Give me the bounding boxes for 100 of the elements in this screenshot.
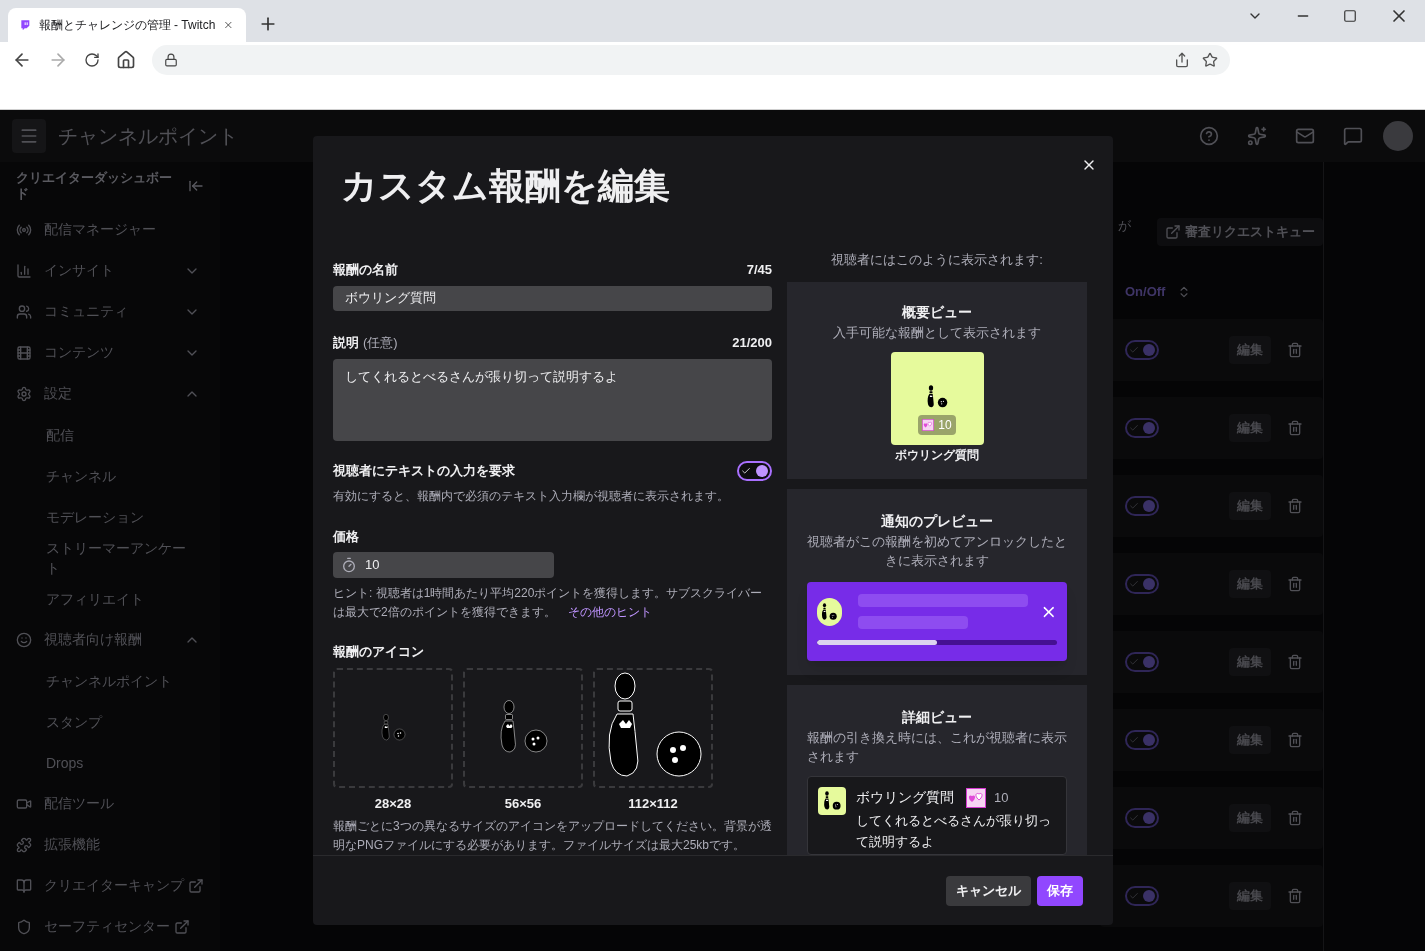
check-icon [1129,579,1139,589]
field-label: 視聴者にテキストの入力を要求 [333,461,515,480]
sparkle-icon[interactable] [1247,126,1267,146]
inbox-icon[interactable] [1295,126,1315,146]
help-text: 報酬ごとに3つの異なるサイズのアイコンをアップロードしてください。背景が透明なPNGファイルにする必要があります。ファイルサイズは最大25kbです。 [333,818,772,854]
sidebar-item[interactable]: 配信ツール [0,783,220,824]
field-label: 説明 [333,334,359,353]
description-input-field[interactable]: してくれるとべるさんが張り切って説明するよ [333,358,772,441]
panel-subtitle: 視聴者がこの報酬を初めてアンロックしたときに表示されます [807,533,1067,571]
trash-icon[interactable] [1287,654,1303,670]
icon-size-label: 112×112 [628,794,678,813]
share-icon[interactable] [1174,52,1190,68]
lock-icon [164,53,178,67]
column-header[interactable]: On/Off [1125,282,1166,302]
trash-icon[interactable] [1287,576,1303,592]
edit-button[interactable]: 編集 [1229,492,1271,520]
toggle-switch[interactable] [1125,886,1159,906]
edit-button[interactable]: 編集 [1229,726,1271,754]
edit-button[interactable]: 編集 [1229,648,1271,676]
external-link-icon [188,877,204,894]
toggle-switch[interactable] [1125,808,1159,828]
field-label: 価格 [333,527,360,546]
sidebar-item-icon [16,836,32,853]
icon-size-label: 28×28 [374,794,412,813]
sidebar-item-icon [16,631,32,648]
edit-button[interactable]: 編集 [1229,570,1271,598]
sidebar-header: クリエイターダッシュボード [16,170,173,202]
sidebar-subitem[interactable]: Drops [0,742,220,783]
check-icon [1129,501,1139,511]
optional-note: (任意) [363,334,398,353]
browser-tab[interactable]: 報酬とチャレンジの管理 - Twitch [8,8,246,42]
sidebar-subitem[interactable]: 配信 [0,414,220,455]
toggle-switch[interactable] [1125,730,1159,750]
cost-tag: 10 [918,415,956,435]
panel-title: 詳細ビュー [901,708,973,727]
sidebar-subitem[interactable]: アフィリエイト [0,578,220,619]
hint-text: ヒント: 視聴者は1時間あたり平均220ポイントを獲得します。サブスクライバーは最大で2倍のポイントを獲得できます。 その他のヒント [333,585,764,621]
reward-description: してくれるとべるさんが張り切って説明するよ [856,812,1052,851]
edit-button[interactable]: 編集 [1229,336,1271,364]
sidebar-item-icon [16,344,32,361]
sidebar-subitem[interactable]: モデレーション [0,496,220,537]
toggle-switch[interactable] [1125,496,1159,516]
trash-icon[interactable] [1287,810,1303,826]
more-tips-link[interactable]: その他のヒント [567,605,652,619]
sidebar-item[interactable]: 視聴者向け報酬 [0,619,220,660]
edit-button[interactable]: 編集 [1229,882,1271,910]
reload-icon[interactable] [84,52,100,68]
bookmark-star-icon[interactable] [1202,52,1218,68]
name-input-field[interactable]: ボウリング質問 [333,285,772,312]
sidebar-subitem[interactable]: チャンネル [0,455,220,496]
maximize-icon[interactable] [1343,9,1357,23]
page-title: チャンネルポイント [58,124,238,149]
home-icon[interactable] [116,50,136,70]
sidebar-item[interactable]: セーフティセンター [0,906,220,947]
toggle-switch[interactable] [1125,574,1159,594]
trash-icon[interactable] [1287,420,1303,436]
trash-icon[interactable] [1287,498,1303,514]
cancel-button[interactable]: キャンセル [946,875,1031,906]
icon-size-label: 56×56 [504,794,542,813]
edit-button[interactable]: 編集 [1229,804,1271,832]
trash-icon[interactable] [1287,732,1303,748]
preview-heading: 視聴者にはこのように表示されます: [830,251,1044,269]
sidebar-item[interactable]: コミュニティ [0,291,220,332]
sidebar-item[interactable]: クリエイターキャンプ [0,865,220,906]
chat-bubble-icon[interactable] [1343,126,1363,146]
sidebar-item[interactable]: 拡張機能 [0,824,220,865]
check-icon [1129,813,1139,823]
menu-button[interactable] [12,119,46,153]
sidebar-item[interactable]: コンテンツ [0,332,220,373]
sidebar-item[interactable]: インサイト [0,250,220,291]
trash-icon[interactable] [1287,342,1303,358]
char-counter: 21/200 [732,334,772,353]
cut-text: が [1117,217,1131,236]
menu-icon [19,126,39,146]
sidebar-subitem[interactable]: スタンプ [0,701,220,742]
review-queue-button[interactable]: 審査リクエストキュー [1157,218,1323,246]
edit-button[interactable]: 編集 [1229,414,1271,442]
toggle-switch[interactable] [1125,652,1159,672]
external-link-icon [174,918,190,935]
sidebar-subitem[interactable]: ストリーマーアンケート [0,537,220,578]
sidebar-item-icon [16,385,32,402]
help-text: 有効にすると、報酬内で必須のテキスト入力欄が視聴者に表示されます。 [333,487,730,505]
icon-upload-slot[interactable] [593,667,713,788]
check-icon [1129,345,1139,355]
toggle-switch[interactable] [1125,340,1159,360]
collapse-sidebar-icon[interactable] [188,178,204,194]
trash-icon[interactable] [1287,888,1303,904]
tab-title: 報酬とチャレンジの管理 - Twitch [38,17,216,34]
toggle-switch[interactable] [1125,418,1159,438]
avatar[interactable] [1383,121,1413,151]
help-icon[interactable] [1199,126,1219,146]
sidebar-subitem[interactable]: チャンネルポイント [0,660,220,701]
check-icon [1129,423,1139,433]
check-icon [741,465,751,476]
toggle-switch[interactable] [737,460,772,481]
save-button[interactable]: 保存 [1037,875,1083,906]
sidebar-item[interactable]: 設定 [0,373,220,414]
reward-cost: 10 [994,788,1009,807]
price-input-field[interactable]: 10 [333,552,554,578]
sidebar-item[interactable]: 配信マネージャー [0,209,220,250]
